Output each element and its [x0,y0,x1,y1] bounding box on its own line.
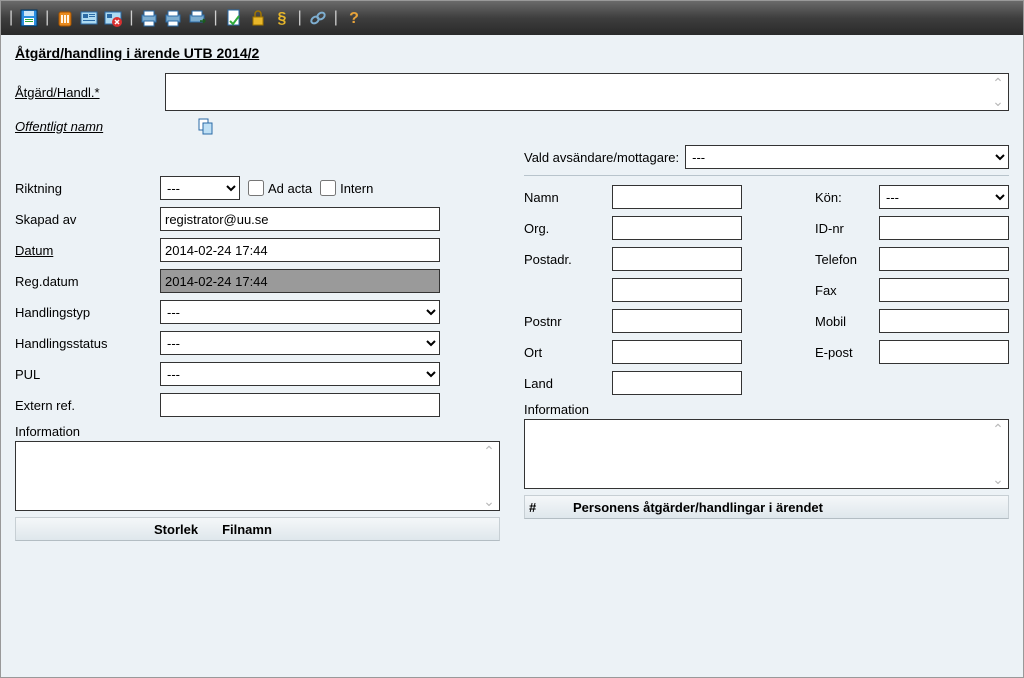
skapad-av-input[interactable] [160,207,440,231]
spinner-arrows[interactable]: ⌃⌄ [990,422,1006,486]
postadr-input-1[interactable] [612,247,742,271]
fax-input[interactable] [879,278,1009,302]
label-ort: Ort [524,345,604,360]
ad-acta-checkbox[interactable] [248,180,264,196]
atgard-handl-textarea[interactable]: ⌃⌄ [165,73,1009,111]
datum-input[interactable] [160,238,440,262]
label-information-left: Information [15,424,500,439]
page-title: Åtgärd/handling i ärende UTB 2014/2 [15,45,1009,61]
telefon-input[interactable] [879,247,1009,271]
label-land: Land [524,376,604,391]
label-fax: Fax [815,283,871,298]
label-vald-avsandare: Vald avsändare/mottagare: [524,150,679,165]
ort-input[interactable] [612,340,742,364]
save-icon[interactable] [19,8,39,28]
label-namn: Namn [524,190,604,205]
label-telefon: Telefon [815,252,871,267]
label-id-nr: ID-nr [815,221,871,236]
label-org: Org. [524,221,604,236]
help-icon[interactable]: ? [344,8,364,28]
label-datum: Datum [15,243,160,258]
intern-checkbox-wrap[interactable]: Intern [320,180,373,196]
label-mobil: Mobil [815,314,871,329]
copy-icon[interactable] [197,117,215,135]
handlingstyp-select[interactable]: --- [160,300,440,324]
col-storlek: Storlek [154,522,198,537]
right-column: Vald avsändare/mottagare: --- Namn Kön: … [524,145,1009,541]
app-window: | | | | § | [0,0,1024,678]
label-offentligt-namn: Offentligt namn [15,119,165,134]
card-icon[interactable] [79,8,99,28]
label-reg-datum: Reg.datum [15,274,160,289]
postnr-input[interactable] [612,309,742,333]
toolbar-separator: | [45,9,49,27]
card-delete-icon[interactable] [103,8,123,28]
toolbar-separator: | [298,9,302,27]
mobil-input[interactable] [879,309,1009,333]
label-atgard-handl: Åtgärd/Handl.* [15,85,165,100]
label-extern-ref: Extern ref. [15,398,160,413]
content-area: Åtgärd/handling i ärende UTB 2014/2 Åtgä… [1,35,1023,677]
print-icon-2[interactable] [163,8,183,28]
export-icon[interactable] [187,8,207,28]
person-grid-header: # Personens åtgärder/handlingar i ärende… [524,495,1009,519]
ad-acta-checkbox-wrap[interactable]: Ad acta [248,180,312,196]
kon-select[interactable]: --- [879,185,1009,209]
information-left-textarea[interactable]: ⌃⌄ [15,441,500,511]
pul-select[interactable]: --- [160,362,440,386]
land-input[interactable] [612,371,742,395]
label-postnr: Postnr [524,314,604,329]
label-handlingstyp: Handlingstyp [15,305,160,320]
spinner-arrows[interactable]: ⌃⌄ [481,444,497,508]
information-right-textarea[interactable]: ⌃⌄ [524,419,1009,489]
postadr-input-2[interactable] [612,278,742,302]
left-column: Riktning --- Ad acta Intern Skapad av [15,145,500,541]
print-icon-1[interactable] [139,8,159,28]
handlingsstatus-select[interactable]: --- [160,331,440,355]
toolbar-separator: | [213,9,217,27]
org-input[interactable] [612,216,742,240]
id-nr-input[interactable] [879,216,1009,240]
svg-text:?: ? [349,10,359,27]
delete-icon[interactable] [55,8,75,28]
toolbar: | | | | § | [1,1,1023,35]
link-icon[interactable] [308,8,328,28]
toolbar-separator: | [9,9,13,27]
vald-avsandare-select[interactable]: --- [685,145,1009,169]
intern-checkbox[interactable] [320,180,336,196]
label-information-right: Information [524,402,1009,417]
epost-input[interactable] [879,340,1009,364]
col-filnamn: Filnamn [222,522,272,537]
divider [524,175,1009,176]
label-ad-acta: Ad acta [268,181,312,196]
riktning-select[interactable]: --- [160,176,240,200]
label-postadr: Postadr. [524,252,604,267]
spinner-arrows[interactable]: ⌃⌄ [990,76,1006,108]
toolbar-separator: | [129,9,133,27]
col-personens: Personens åtgärder/handlingar i ärendet [573,500,823,515]
svg-text:§: § [277,10,286,27]
namn-input[interactable] [612,185,742,209]
label-epost: E-post [815,345,871,360]
label-pul: PUL [15,367,160,382]
label-kon: Kön: [815,190,871,205]
document-check-icon[interactable] [224,8,244,28]
label-intern: Intern [340,181,373,196]
paragraph-icon[interactable]: § [272,8,292,28]
label-handlingsstatus: Handlingsstatus [15,336,160,351]
label-skapad-av: Skapad av [15,212,160,227]
file-grid-header: Storlek Filnamn [15,517,500,541]
label-riktning: Riktning [15,181,160,196]
extern-ref-input[interactable] [160,393,440,417]
reg-datum-input [160,269,440,293]
lock-icon[interactable] [248,8,268,28]
toolbar-separator: | [334,9,338,27]
col-hash: # [529,500,549,515]
